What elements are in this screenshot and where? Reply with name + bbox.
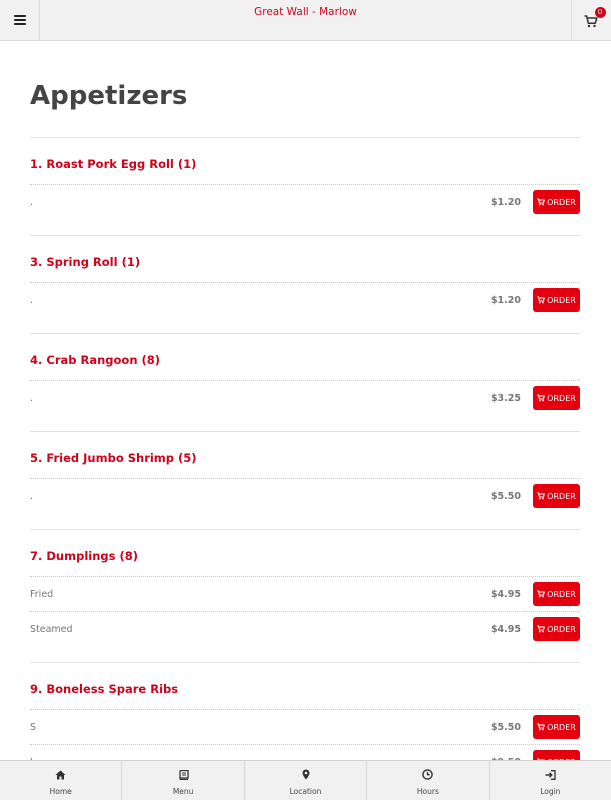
menu-item-variants: . $5.50 ORDER (30, 478, 580, 513)
order-button-label: ORDER (547, 393, 576, 403)
cart-count-badge: 0 (594, 7, 606, 18)
variant-row: Fried $4.95 ORDER (30, 576, 580, 611)
cart-icon (537, 625, 546, 633)
variant-name: S (30, 721, 37, 733)
nav-hours[interactable]: Hours (366, 761, 488, 800)
nav-login[interactable]: Login (488, 761, 611, 800)
top-bar: Great Wall - Marlow 0 (0, 0, 611, 41)
variant-name: Fried (30, 588, 54, 600)
menu-item: 4. Crab Rangoon (8). $3.25 ORDER (30, 334, 580, 432)
cart-icon (584, 15, 598, 28)
menu-item-title[interactable]: 1. Roast Pork Egg Roll (1) (30, 138, 580, 184)
order-button[interactable]: ORDER (533, 386, 580, 410)
menu-item-title[interactable]: 4. Crab Rangoon (8) (30, 334, 580, 380)
page-title: Appetizers (30, 81, 580, 138)
home-icon (55, 765, 66, 784)
variant-price: $1.20 (490, 294, 521, 306)
order-button[interactable]: ORDER (533, 190, 580, 214)
menu-item: 1. Roast Pork Egg Roll (1). $1.20 ORDER (30, 138, 580, 236)
menu-item-variants: . $1.20 ORDER (30, 282, 580, 317)
order-button-label: ORDER (547, 295, 576, 305)
variant-price: $5.50 (490, 721, 521, 733)
variant-row: . $1.20 ORDER (30, 184, 580, 219)
cart-button[interactable]: 0 (571, 0, 611, 40)
nav-menu[interactable]: Menu (121, 761, 243, 800)
clock-icon (422, 765, 434, 784)
variant-name: Steamed (30, 623, 73, 635)
nav-label: Location (289, 787, 322, 796)
restaurant-title[interactable]: Great Wall - Marlow (0, 6, 611, 18)
cart-icon (537, 296, 546, 304)
order-button[interactable]: ORDER (533, 288, 580, 312)
order-button[interactable]: ORDER (533, 484, 580, 508)
menu-item-title[interactable]: 7. Dumplings (8) (30, 530, 580, 576)
order-button-label: ORDER (547, 589, 576, 599)
cart-icon (537, 492, 546, 500)
nav-label: Hours (416, 787, 439, 796)
order-button[interactable]: ORDER (533, 715, 580, 739)
order-button[interactable]: ORDER (533, 617, 580, 641)
menu-item-title[interactable]: 3. Spring Roll (1) (30, 236, 580, 282)
nav-label: Home (49, 787, 72, 796)
variant-name: . (30, 392, 34, 404)
menu-item: 7. Dumplings (8) Fried $4.95 ORDER Steamed $4… (30, 530, 580, 663)
cart-icon (537, 394, 546, 402)
variant-price: $3.25 (490, 392, 521, 404)
menu-item: 5. Fried Jumbo Shrimp (5). $5.50 ORDER (30, 432, 580, 530)
menu-item-title[interactable]: 5. Fried Jumbo Shrimp (5) (30, 432, 580, 478)
menu-item-variants: . $1.20 ORDER (30, 184, 580, 219)
book-icon (178, 765, 189, 784)
cart-icon (537, 198, 546, 206)
order-button-label: ORDER (547, 624, 576, 634)
variant-row: . $1.20 ORDER (30, 282, 580, 317)
variant-row: . $3.25 ORDER (30, 380, 580, 415)
order-button-label: ORDER (547, 197, 576, 207)
nav-label: Menu (172, 787, 194, 796)
variant-row: . $5.50 ORDER (30, 478, 580, 513)
variant-name: . (30, 196, 34, 208)
variant-name: . (30, 294, 34, 306)
bottom-navigation: Home Menu Location Hours Login (0, 760, 611, 800)
variant-price: $4.95 (490, 588, 521, 600)
menu-item-variants: . $3.25 ORDER (30, 380, 580, 415)
cart-icon (537, 590, 546, 598)
variant-price: $4.95 (490, 623, 521, 635)
variant-price: $1.20 (490, 196, 521, 208)
variant-row: Steamed $4.95 ORDER (30, 611, 580, 646)
nav-label: Login (540, 787, 561, 796)
order-button[interactable]: ORDER (533, 582, 580, 606)
menu-item-variants: Fried $4.95 ORDER Steamed $4.95 ORDER (30, 576, 580, 646)
variant-price: $5.50 (490, 490, 521, 502)
variant-name: . (30, 490, 34, 502)
menu-items-list: 1. Roast Pork Egg Roll (1). $1.20 ORDER 3. … (30, 138, 580, 796)
menu-item-title[interactable]: 9. Boneless Spare Ribs (30, 663, 580, 709)
order-button-label: ORDER (547, 722, 576, 732)
order-button-label: ORDER (547, 491, 576, 501)
menu-content: Appetizers 1. Roast Pork Egg Roll (1). $1… (30, 41, 580, 796)
cart-icon (537, 723, 546, 731)
variant-row: S $5.50 ORDER (30, 709, 580, 744)
nav-home[interactable]: Home (0, 761, 121, 800)
nav-location[interactable]: Location (243, 761, 366, 800)
map-pin-icon (302, 765, 310, 784)
menu-item: 3. Spring Roll (1). $1.20 ORDER (30, 236, 580, 334)
sign-in-icon (545, 765, 556, 784)
